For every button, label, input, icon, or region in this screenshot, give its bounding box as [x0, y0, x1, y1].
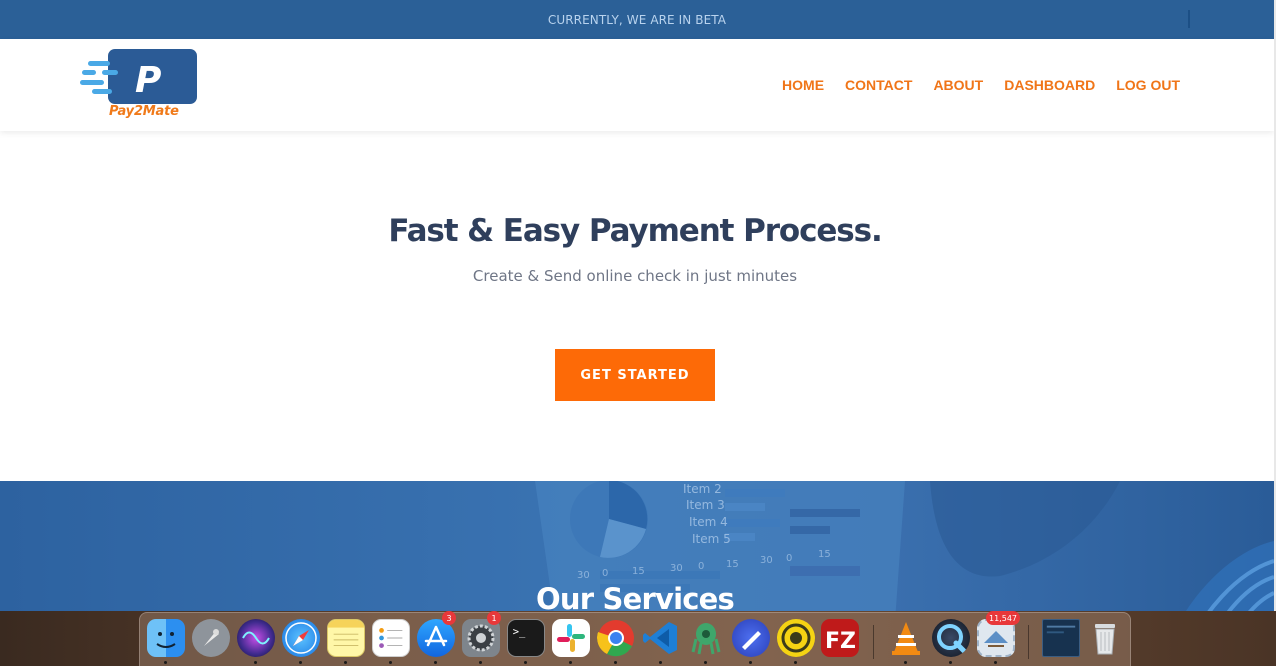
- window-icon[interactable]: [1042, 619, 1080, 657]
- reminders-running-dot: [389, 661, 392, 664]
- slack-icon[interactable]: [552, 619, 590, 657]
- svg-text:0: 0: [602, 568, 608, 579]
- svg-text:Item 4: Item 4: [689, 515, 728, 529]
- svg-text:30: 30: [577, 570, 590, 581]
- svg-text:Item 2: Item 2: [683, 482, 722, 496]
- vscode-running-dot: [659, 661, 662, 664]
- vscode-icon[interactable]: [642, 619, 680, 657]
- filezilla-icon[interactable]: FZ: [821, 619, 859, 657]
- beta-bar-divider: [1188, 10, 1190, 28]
- svg-text:>_: >_: [513, 626, 526, 638]
- siri-icon[interactable]: [237, 619, 275, 657]
- site-header: P Pay2Mate HOME CONTACT ABOUT DASHBOARD …: [0, 39, 1274, 131]
- svg-text:30: 30: [760, 555, 773, 566]
- system-preferences-running-dot: [479, 661, 482, 664]
- finder-icon[interactable]: [147, 619, 185, 657]
- gitkraken-running-dot: [704, 661, 707, 664]
- svg-text:P: P: [135, 60, 161, 101]
- trash-icon[interactable]: [1086, 619, 1124, 657]
- notes-running-dot: [344, 661, 347, 664]
- nav-log-out[interactable]: LOG OUT: [1116, 77, 1180, 93]
- postman-icon[interactable]: [732, 619, 770, 657]
- system-preferences-badge: 1: [487, 611, 501, 625]
- chrome-running-dot: [614, 661, 617, 664]
- svg-text:15: 15: [726, 559, 739, 570]
- terminal-icon[interactable]: >_: [507, 619, 545, 657]
- dock-separator: [873, 625, 874, 659]
- safari-icon[interactable]: [282, 619, 320, 657]
- slack-running-dot: [569, 661, 572, 664]
- chrome-icon[interactable]: [597, 619, 635, 657]
- svg-text:15: 15: [632, 566, 645, 577]
- safari-running-dot: [299, 661, 302, 664]
- postman-running-dot: [749, 661, 752, 664]
- page: CURRENTLY, WE ARE IN BETA P Pay2Mate HOM…: [0, 0, 1276, 666]
- terminal-running-dot: [524, 661, 527, 664]
- svg-text:0: 0: [786, 553, 792, 564]
- notes-icon[interactable]: [327, 619, 365, 657]
- svg-text:30: 30: [670, 563, 683, 574]
- quicktime-icon[interactable]: [932, 619, 970, 657]
- app-store-badge: 3: [442, 611, 456, 625]
- gitkraken-icon[interactable]: [687, 619, 725, 657]
- beta-bar: CURRENTLY, WE ARE IN BETA: [0, 0, 1274, 39]
- nav-contact[interactable]: CONTACT: [845, 77, 912, 93]
- site-logo[interactable]: P Pay2Mate: [80, 48, 200, 122]
- svg-text:FZ: FZ: [825, 629, 856, 654]
- vlc-running-dot: [904, 661, 907, 664]
- get-started-button[interactable]: GET STARTED: [555, 349, 715, 401]
- svg-text:15: 15: [818, 549, 831, 560]
- vlc-icon[interactable]: [887, 619, 925, 657]
- mail-badge: 11,547: [986, 611, 1020, 625]
- app-store-running-dot: [434, 661, 437, 664]
- svg-text:Item 3: Item 3: [686, 498, 725, 512]
- sequel-running-dot: [794, 661, 797, 664]
- mail-running-dot: [994, 661, 997, 664]
- logo-text: Pay2Mate: [109, 104, 179, 119]
- siri-running-dot: [254, 661, 257, 664]
- dock-separator-2: [1028, 625, 1029, 659]
- svg-text:Item 5: Item 5: [692, 532, 731, 546]
- sequel-icon[interactable]: [777, 619, 815, 657]
- beta-text: CURRENTLY, WE ARE IN BETA: [547, 12, 727, 27]
- nav-dashboard[interactable]: DASHBOARD: [1004, 77, 1095, 93]
- hero-title: Fast & Easy Payment Process.: [388, 213, 882, 249]
- macos-dock: 3 1 >_ FZ 11,547: [139, 611, 1131, 666]
- quicktime-running-dot: [949, 661, 952, 664]
- hero-section: Fast & Easy Payment Process. Create & Se…: [0, 131, 1274, 481]
- main-nav: HOME CONTACT ABOUT DASHBOARD LOG OUT: [782, 77, 1180, 93]
- hero-subtitle: Create & Send online check in just minut…: [472, 267, 798, 285]
- reminders-icon[interactable]: [372, 619, 410, 657]
- nav-home[interactable]: HOME: [782, 77, 824, 93]
- finder-running-dot: [164, 661, 167, 664]
- svg-text:0: 0: [698, 561, 704, 572]
- launchpad-icon[interactable]: [192, 619, 230, 657]
- nav-about[interactable]: ABOUT: [933, 77, 983, 93]
